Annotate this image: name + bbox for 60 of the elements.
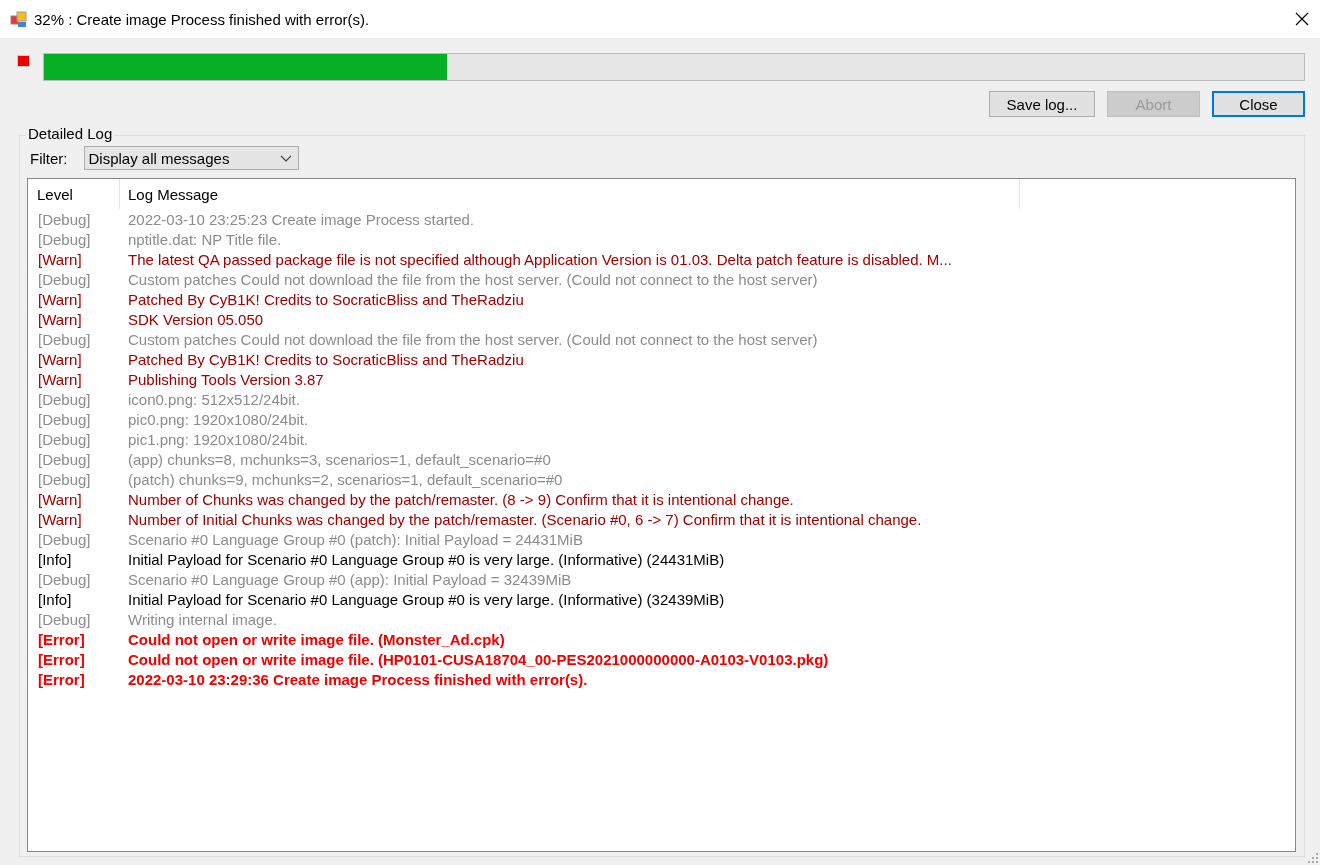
message-cell: Number of Chunks was changed by the patch/remaster. (8 -> 9) Confirm that it is intentional change. — [128, 490, 794, 508]
message-cell: 2022-03-10 23:29:36 Create image Process finished with error(s). — [128, 670, 588, 688]
level-cell-text: [Warn] — [37, 350, 83, 368]
app-icon — [10, 10, 27, 28]
level-cell-text: [Info] — [37, 590, 73, 608]
level-cell-text: [Debug] — [37, 610, 92, 628]
level-cell-text: [Debug] — [37, 210, 92, 228]
close-icon[interactable] — [1295, 12, 1309, 26]
filter-dropdown[interactable]: Display all messages — [83, 146, 299, 170]
message-cell: Initial Payload for Scenario #0 Language Group #0 is very large. (Informative) (32439MiB) — [128, 590, 725, 608]
message-cell: SDK Version 05.050 — [128, 310, 264, 328]
dialog-button[interactable]: Save log... — [989, 91, 1095, 117]
level-cell-text: [Error] — [37, 670, 86, 688]
message-cell: Patched By CyB1K! Credits to SocraticBliss and TheRadziu — [128, 290, 524, 308]
level-cell-text: [Debug] — [37, 230, 92, 248]
message-cell: The latest QA passed package file is not specified although Application Version is 01.03. Delta patch feature is disabled. M... — [128, 250, 952, 268]
message-cell: Publishing Tools Version 3.87 — [128, 370, 324, 388]
message-cell: nptitle.dat: NP Title file. — [128, 230, 282, 248]
caret-icon — [279, 154, 292, 162]
level-cell-text: [Warn] — [37, 250, 83, 268]
message-cell: Custom patches Could not download the file from the host server. (Could not connect to the host server) — [128, 330, 818, 348]
group-title: Detailed Log — [26, 125, 115, 142]
message-cell: Custom patches Could not download the file from the host server. (Could not connect to the host server) — [128, 270, 818, 288]
message-cell: (patch) chunks=9, mchunks=2, scenarios=1, default_scenario=#0 — [128, 470, 563, 488]
message-cell: icon0.png: 512x512/24bit. — [128, 390, 300, 408]
message-cell: Patched By CyB1K! Credits to SocraticBliss and TheRadziu — [128, 350, 524, 368]
column-header[interactable]: Level — [28, 179, 120, 209]
level-cell-text: [Debug] — [37, 390, 92, 408]
column-header[interactable]: Log Message — [120, 179, 1020, 209]
resize-grip-icon[interactable] — [1308, 853, 1318, 863]
message-cell: Initial Payload for Scenario #0 Language Group #0 is very large. (Informative) (24431MiB) — [128, 550, 725, 568]
level-cell-text: [Debug] — [37, 430, 92, 448]
level-cell-text: [Debug] — [37, 450, 92, 468]
level-cell-text: [Info] — [37, 550, 73, 568]
level-cell-text: [Debug] — [37, 270, 92, 288]
level-cell-text: [Warn] — [37, 290, 83, 308]
level-cell-text: [Warn] — [37, 370, 83, 388]
level-cell-text: [Debug] — [37, 470, 92, 488]
message-cell: Writing internal image. — [128, 610, 277, 628]
message-cell: (app) chunks=8, mchunks=3, scenarios=1, default_scenario=#0 — [128, 450, 551, 468]
message-cell: Scenario #0 Language Group #0 (patch): Initial Payload = 24431MiB — [128, 530, 583, 548]
message-cell: 2022-03-10 23:25:23 Create image Process started. — [128, 210, 475, 228]
level-cell-text: [Debug] — [37, 570, 92, 588]
message-cell: Number of Initial Chunks was changed by the patch/remaster. (Scenario #0, 6 -> 7) Confirm that it is intentional change. — [128, 510, 922, 528]
dialog-button[interactable]: Close — [1212, 91, 1305, 117]
filter-label: Filter: — [30, 149, 68, 167]
message-cell: Could not open or write image file. (Monster_Ad.cpk) — [128, 630, 505, 648]
message-cell: pic0.png: 1920x1080/24bit. — [128, 410, 309, 428]
message-cell: Scenario #0 Language Group #0 (app): Initial Payload = 32439MiB — [128, 570, 572, 588]
level-cell-text: [Warn] — [37, 510, 83, 528]
message-cell: Could not open or write image file. (HP0101-CUSA18704_00-PES2021000000000-A0103-V0103.pkg) — [128, 650, 829, 668]
level-cell-text: [Debug] — [37, 530, 92, 548]
level-cell-text: [Debug] — [37, 410, 92, 428]
message-cell: pic1.png: 1920x1080/24bit. — [128, 430, 309, 448]
window-title: 32% : Create image Process finished with error(s). — [34, 10, 370, 28]
level-cell-text: [Error] — [37, 630, 86, 648]
level-cell-text: [Warn] — [37, 310, 83, 328]
level-cell-text: [Debug] — [37, 330, 92, 348]
level-cell-text: [Error] — [37, 650, 86, 668]
level-cell-text: [Warn] — [37, 490, 83, 508]
